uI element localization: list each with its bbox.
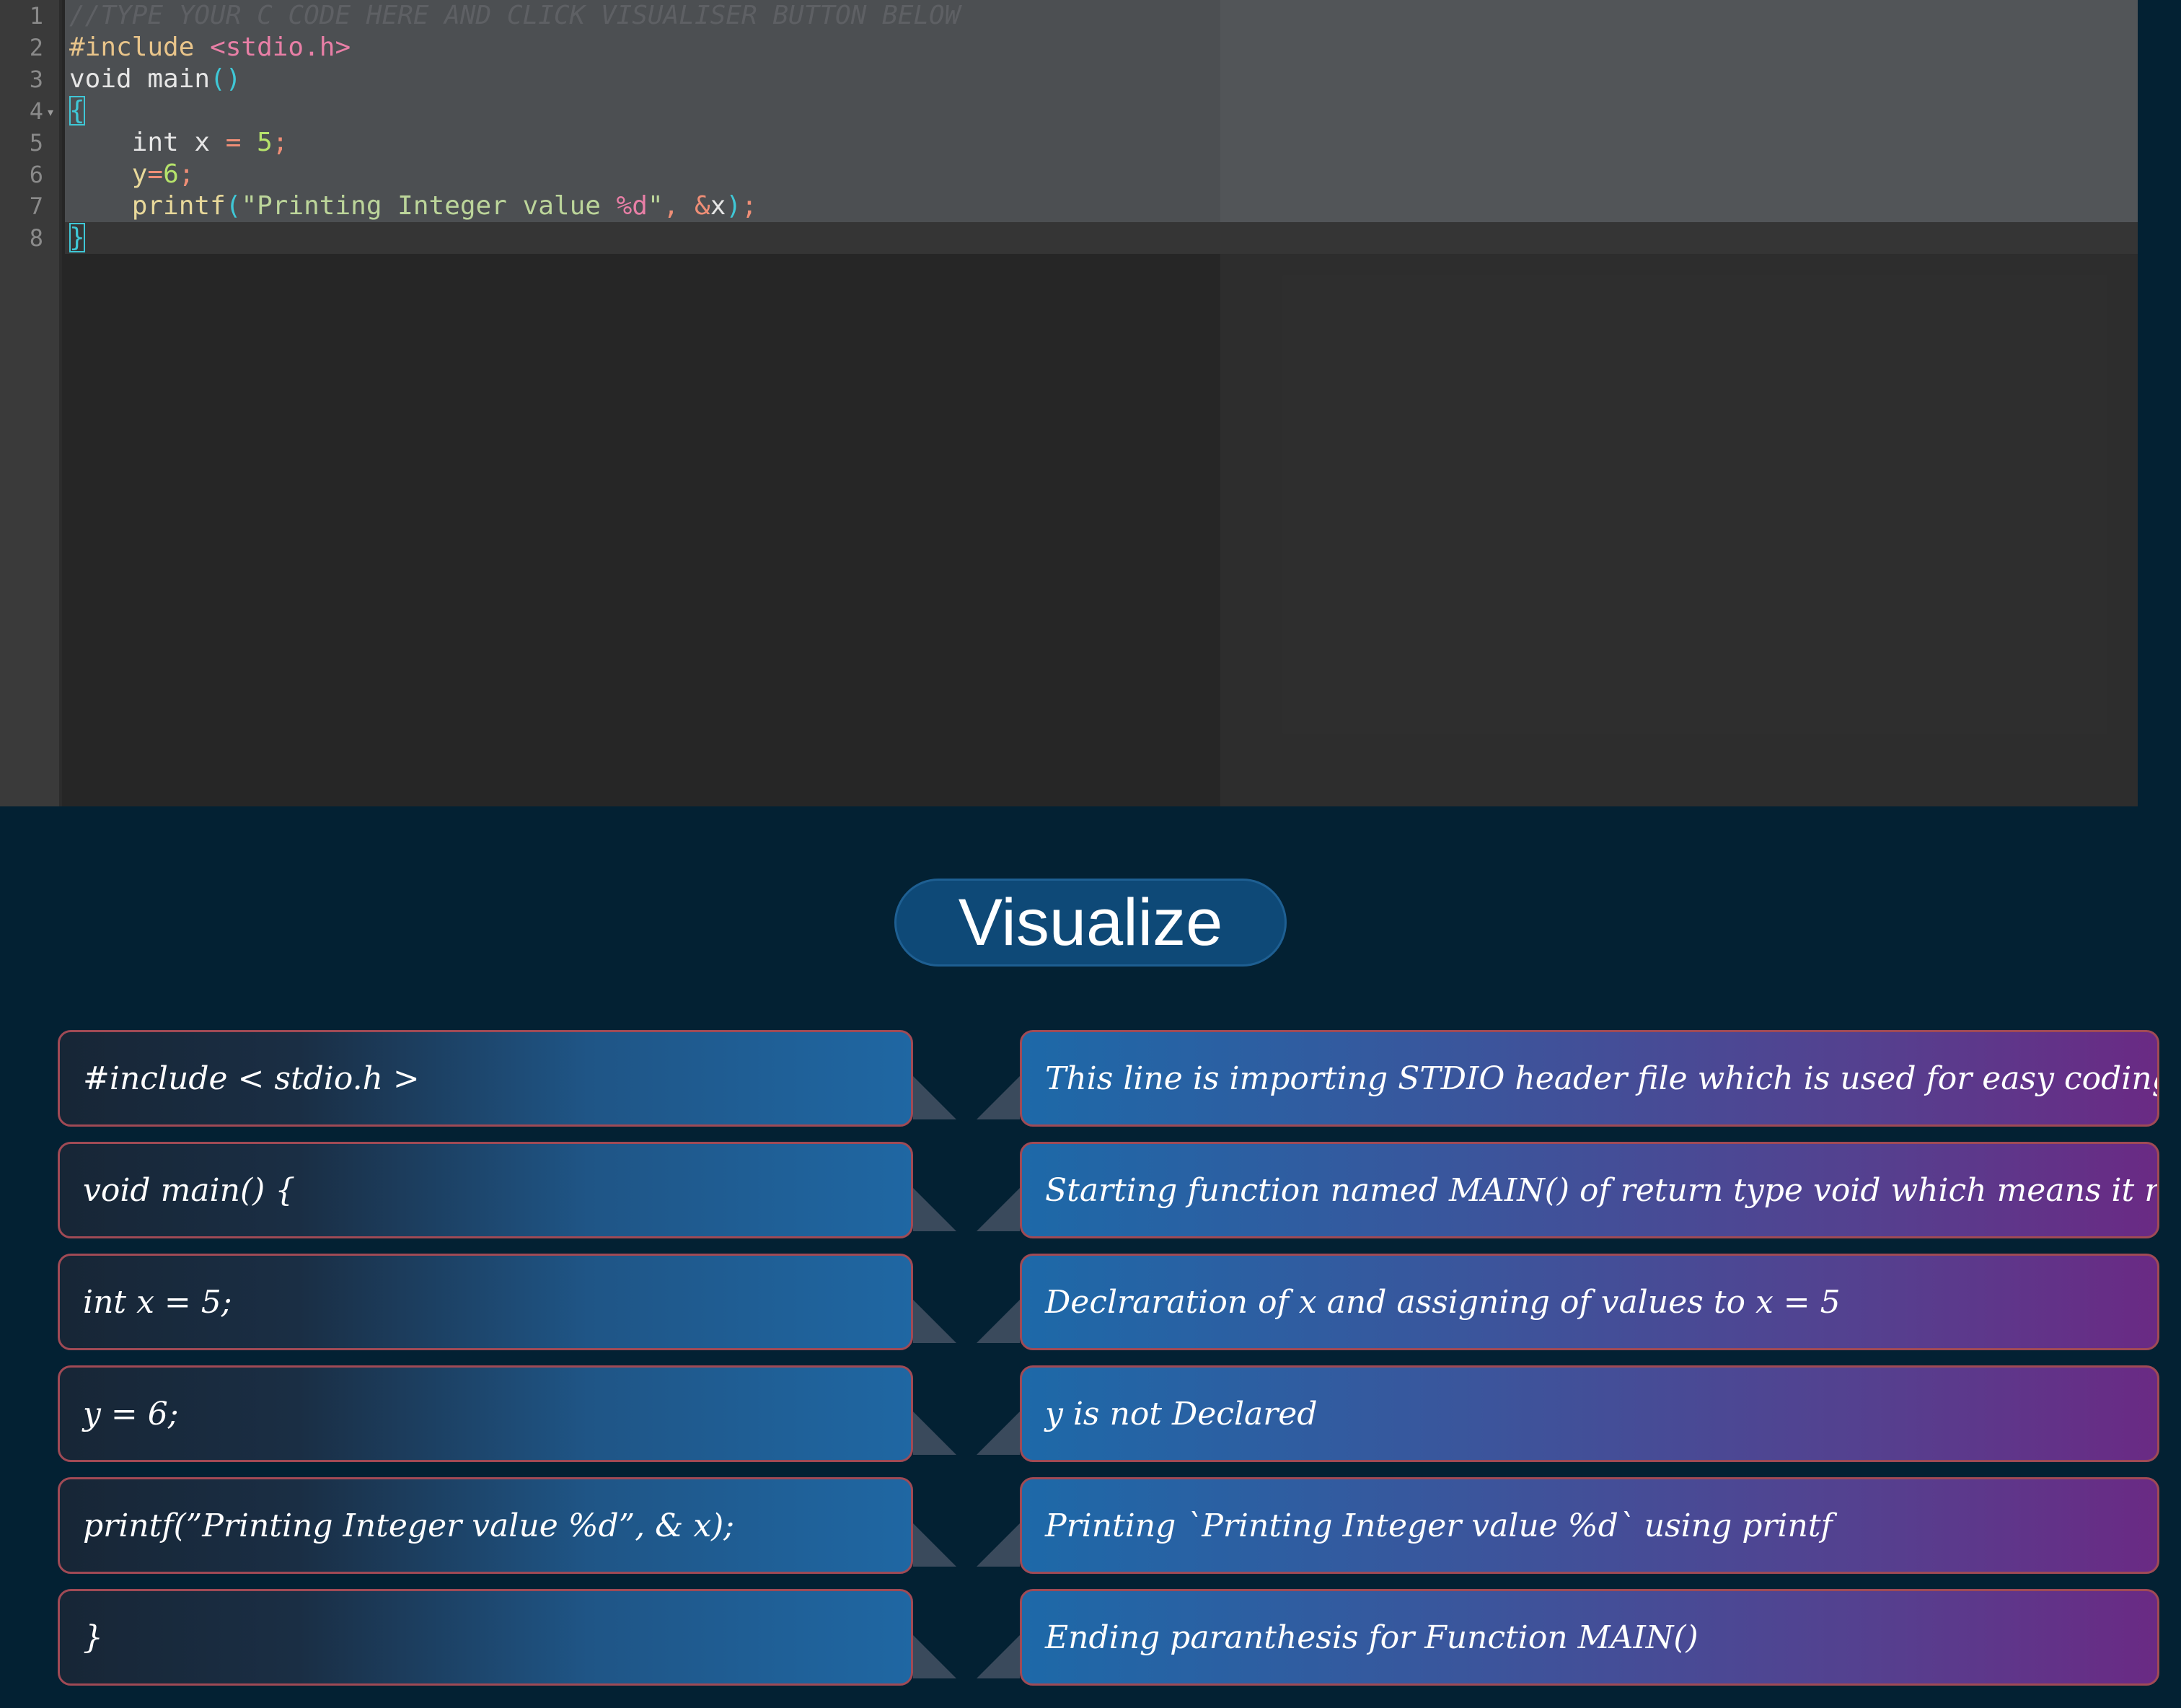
close-brace: } xyxy=(69,223,85,252)
code-line-6[interactable]: y=6; xyxy=(69,159,195,190)
description-card: Starting function named MAIN() of return… xyxy=(1020,1142,2159,1238)
code-line-7[interactable]: printf("Printing Integer value %d", &x); xyxy=(69,190,757,222)
description-card: Declraration of x and assigning of value… xyxy=(1020,1254,2159,1350)
visualization-row: int x = 5; Declraration of x and assigni… xyxy=(0,1254,2181,1350)
code-card: printf(”Printing Integer value %d”, & x)… xyxy=(58,1477,913,1574)
connector-left-icon xyxy=(913,1412,956,1455)
visualization-row: } Ending paranthesis for Function MAIN() xyxy=(0,1589,2181,1686)
code-line-2[interactable]: #include <stdio.h> xyxy=(69,32,351,63)
description-card: Ending paranthesis for Function MAIN() xyxy=(1020,1589,2159,1686)
function-parens: () xyxy=(210,64,242,94)
line-number: 4 xyxy=(29,97,43,125)
connector-left-icon xyxy=(913,1300,956,1343)
semicolon: ; xyxy=(178,159,195,189)
identifier: x xyxy=(710,191,726,221)
format-specifier: %d xyxy=(616,191,648,221)
code-line-1[interactable]: //TYPE YOUR C CODE HERE AND CLICK VISUAL… xyxy=(69,0,960,32)
open-paren: ( xyxy=(225,191,242,221)
header-name: <stdio.h> xyxy=(194,32,351,62)
description-card: Printing `Printing Integer value %d` usi… xyxy=(1020,1477,2159,1574)
description-card: y is not Declared xyxy=(1020,1365,2159,1462)
line-number: 7 xyxy=(29,193,43,220)
active-line-highlight xyxy=(65,222,2138,254)
line-number: 6 xyxy=(29,161,43,188)
connector-right-icon xyxy=(977,1412,1020,1455)
code-editor[interactable]: 1 2 3 4 ▾ 5 6 7 8 //TYPE YOUR C CODE HER… xyxy=(0,0,2138,806)
connector-right-icon xyxy=(977,1076,1020,1119)
identifier: y xyxy=(69,159,148,189)
fold-arrow-icon[interactable]: ▾ xyxy=(48,97,53,128)
code-card: int x = 5; xyxy=(58,1254,913,1350)
line-number: 8 xyxy=(29,224,43,252)
code-line-5[interactable]: int x = 5; xyxy=(69,127,288,159)
line-number: 3 xyxy=(29,66,43,93)
open-brace: { xyxy=(69,96,85,126)
code-card: #include < stdio.h > xyxy=(58,1030,913,1127)
string-literal: "Printing Integer value xyxy=(241,191,617,221)
function-call: printf xyxy=(69,191,226,221)
line-number: 1 xyxy=(29,2,43,30)
connector-right-icon xyxy=(977,1635,1020,1678)
connector-left-icon xyxy=(913,1188,956,1231)
comma: , xyxy=(663,191,695,221)
include-directive: #include xyxy=(69,32,195,62)
declaration: int x xyxy=(69,128,226,157)
connector-left-icon xyxy=(913,1523,956,1567)
address-operator: & xyxy=(695,191,710,221)
number-literal: 6 xyxy=(163,159,179,189)
line-number: 2 xyxy=(29,34,43,61)
visualization-row: printf(”Printing Integer value %d”, & x)… xyxy=(0,1477,2181,1574)
visualization-row: void main() { Starting function named MA… xyxy=(0,1142,2181,1238)
connector-left-icon xyxy=(913,1635,956,1678)
connector-right-icon xyxy=(977,1523,1020,1567)
semicolon: ; xyxy=(272,128,288,157)
connector-right-icon xyxy=(977,1188,1020,1231)
function-signature: void main xyxy=(69,64,211,94)
code-comment: //TYPE YOUR C CODE HERE AND CLICK VISUAL… xyxy=(69,1,961,30)
code-line-3[interactable]: void main() xyxy=(69,63,241,95)
code-card: } xyxy=(58,1589,913,1686)
visualization-row: y = 6; y is not Declared xyxy=(0,1365,2181,1462)
connector-right-icon xyxy=(977,1300,1020,1343)
string-quote: " xyxy=(647,191,664,221)
number-literal: 5 xyxy=(241,128,273,157)
code-line-4[interactable]: { xyxy=(69,95,85,127)
code-card: y = 6; xyxy=(58,1365,913,1462)
close-paren: ) xyxy=(726,191,742,221)
description-card: This line is importing STDIO header file… xyxy=(1020,1030,2159,1127)
visualization-row: #include < stdio.h > This line is import… xyxy=(0,1030,2181,1127)
editor-right-pane xyxy=(1220,0,2138,806)
code-card: void main() { xyxy=(58,1142,913,1238)
operator: = xyxy=(225,128,242,157)
line-number: 5 xyxy=(29,129,43,157)
line-number-gutter: 1 2 3 4 ▾ 5 6 7 8 xyxy=(0,0,62,806)
visualize-button[interactable]: Visualize xyxy=(894,879,1287,967)
semicolon: ; xyxy=(741,191,757,221)
connector-left-icon xyxy=(913,1076,956,1119)
code-line-8[interactable]: } xyxy=(69,222,85,254)
operator: = xyxy=(147,159,164,189)
